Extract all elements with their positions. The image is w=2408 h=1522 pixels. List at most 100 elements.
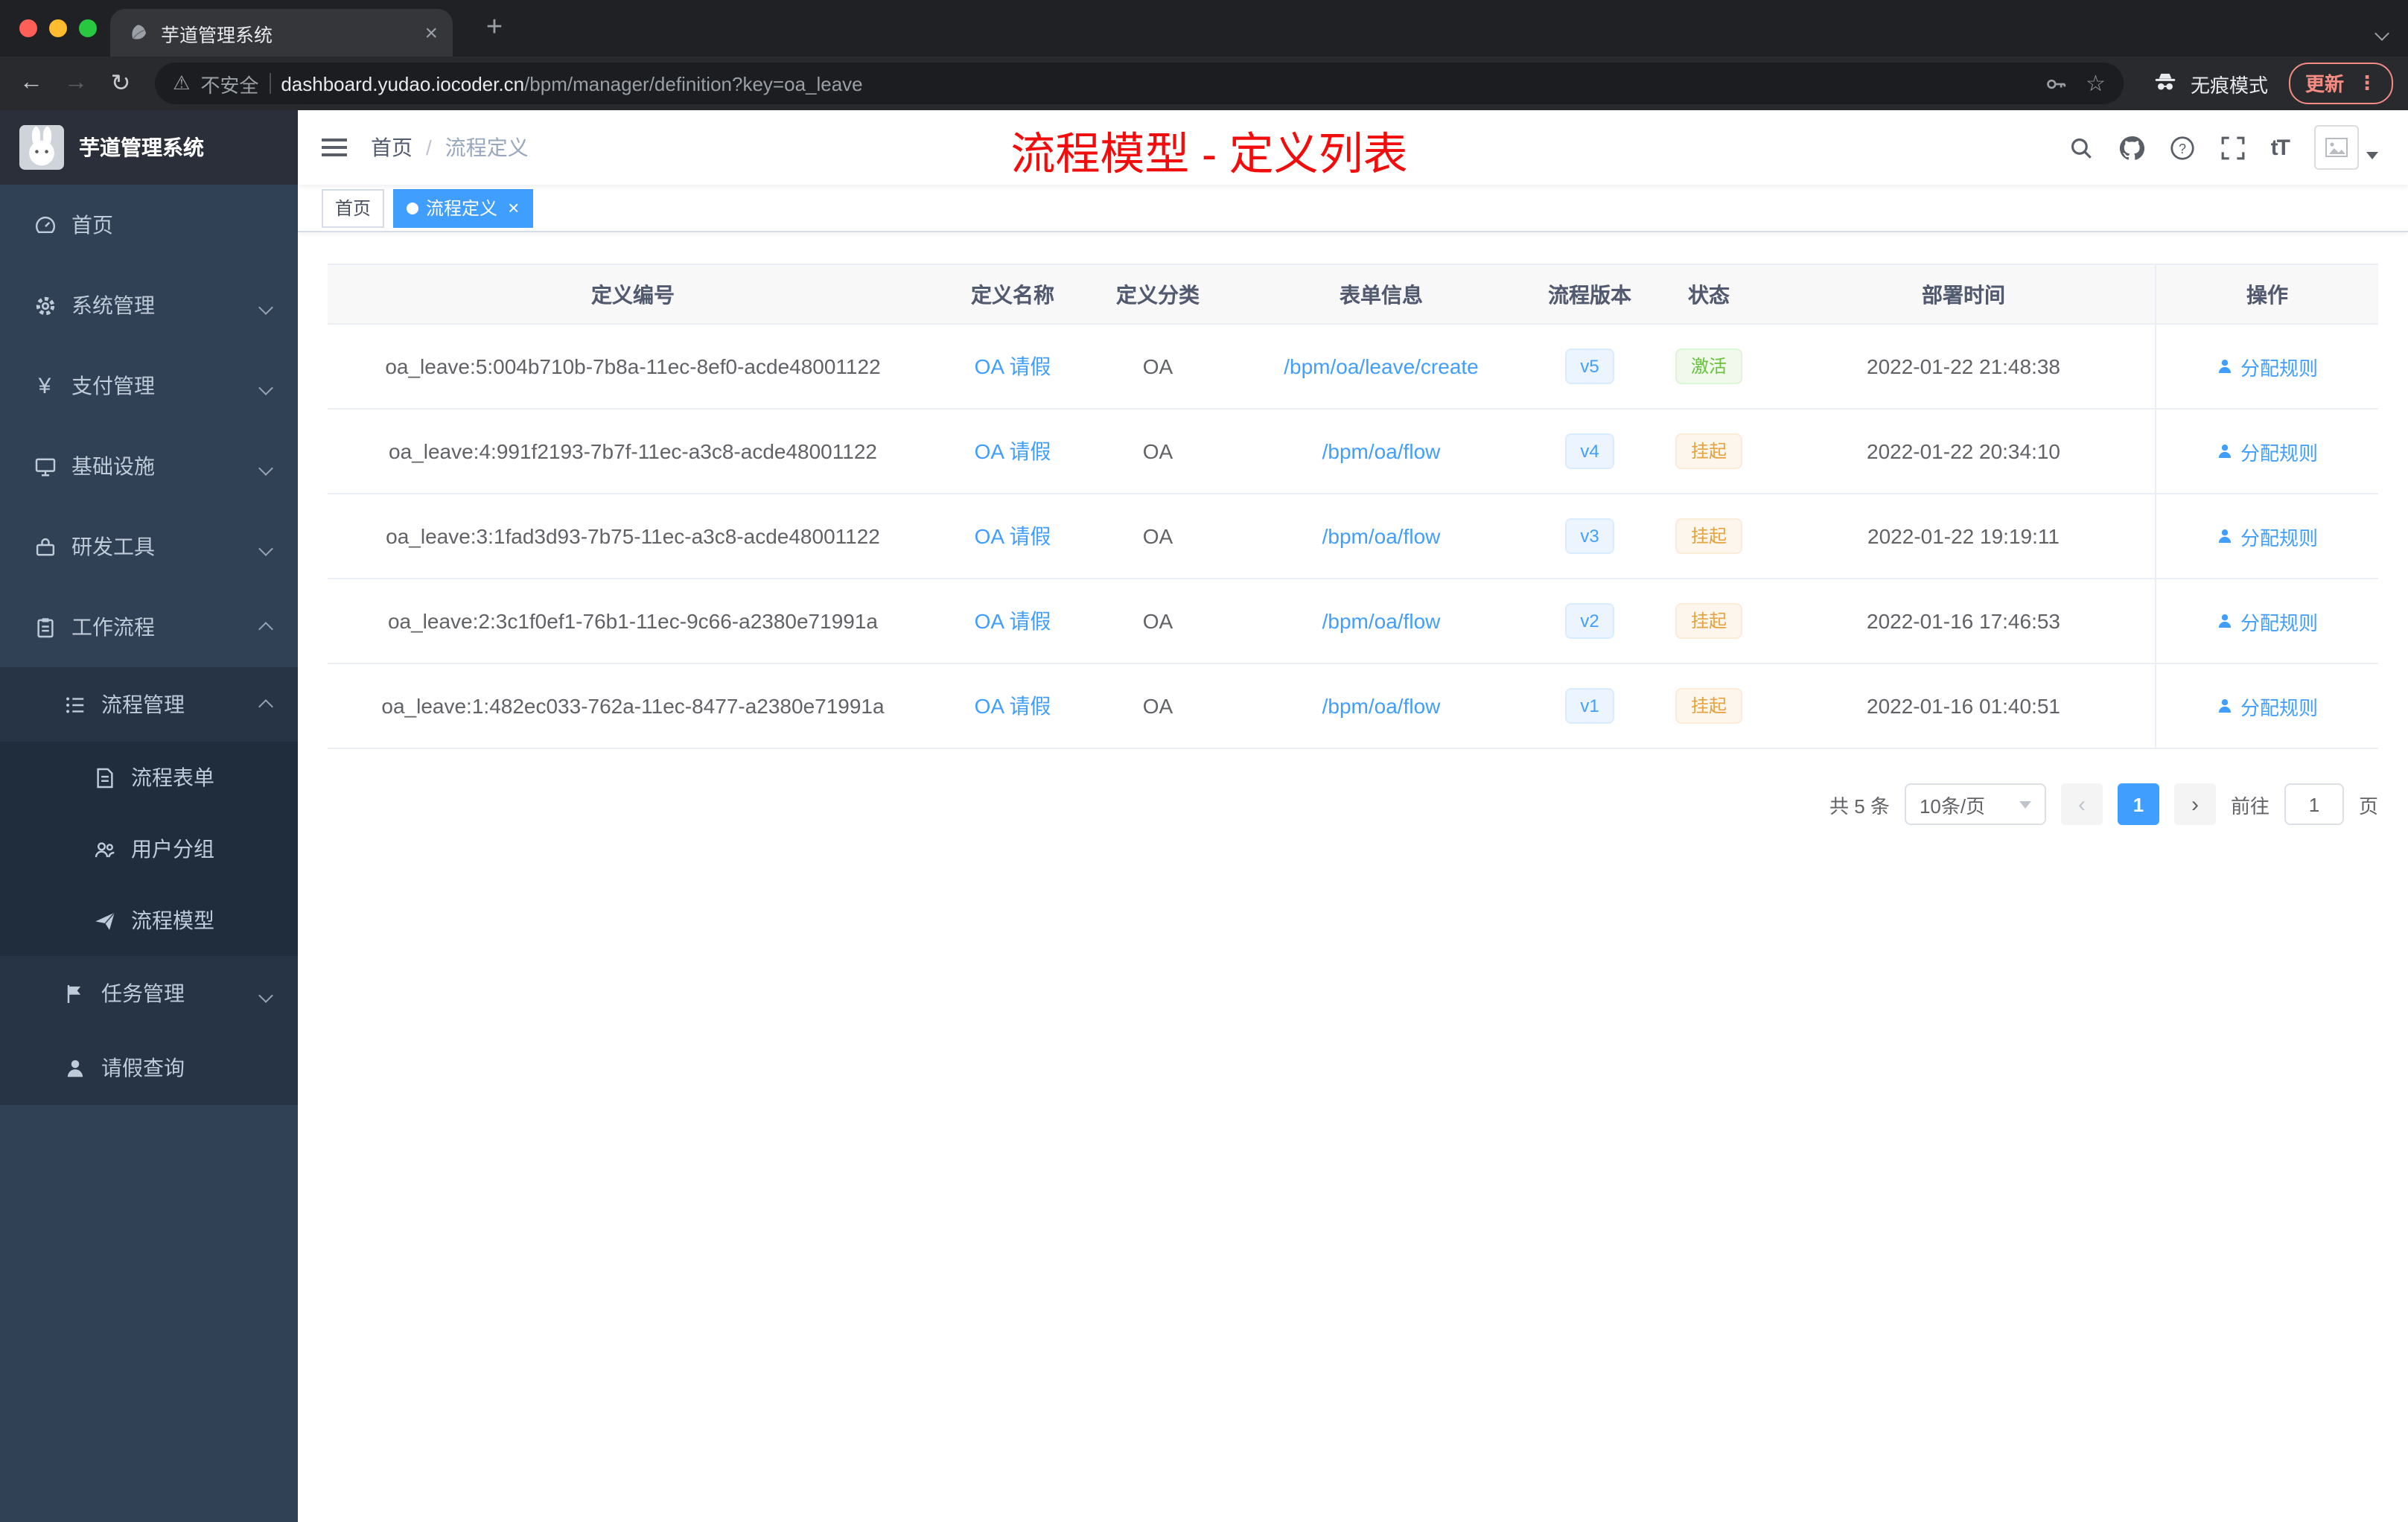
breadcrumb-home[interactable]: 首页: [371, 133, 413, 162]
sidebar-item-process-management[interactable]: 流程管理: [0, 667, 298, 742]
form-link[interactable]: /bpm/oa/flow: [1322, 694, 1441, 718]
breadcrumb-current: 流程定义: [445, 136, 529, 159]
assign-rule-button[interactable]: 分配规则: [2217, 437, 2318, 465]
prev-page-button[interactable]: ‹: [2060, 783, 2103, 825]
logo-avatar: [19, 125, 64, 170]
assign-rule-button[interactable]: 分配规则: [2217, 352, 2318, 380]
user-icon: [2219, 360, 2232, 373]
sidebar-item-task-management[interactable]: 任务管理: [0, 956, 298, 1031]
definition-name-link[interactable]: OA 请假: [975, 691, 1051, 721]
github-icon[interactable]: [2119, 135, 2144, 160]
form-link[interactable]: /bpm/oa/flow: [1322, 439, 1441, 463]
tag-process-definition[interactable]: 流程定义 ×: [393, 188, 533, 227]
sidebar-item-label: 流程模型: [131, 908, 214, 932]
help-icon[interactable]: ?: [2170, 135, 2195, 160]
assign-rule-button[interactable]: 分配规则: [2217, 607, 2318, 635]
search-icon[interactable]: [2068, 135, 2094, 160]
sidebar-item-workflow[interactable]: 工作流程: [0, 587, 298, 667]
cell-definition-id: oa_leave:3:1fad3d93-7b75-11ec-a3c8-acde4…: [386, 524, 880, 548]
tag-close-icon[interactable]: ×: [508, 198, 519, 217]
page-size-value: 10条/页: [1919, 795, 1986, 817]
cell-definition-id: oa_leave:1:482ec033-762a-11ec-8477-a2380…: [381, 694, 885, 718]
sidebar-item-leave-query[interactable]: 请假查询: [0, 1031, 298, 1105]
sidebar-item-home[interactable]: 首页: [0, 185, 298, 265]
browser-tab[interactable]: 芋道管理系统 ×: [110, 9, 453, 57]
cell-deploy-time: 2022-01-22 20:34:10: [1867, 439, 2060, 463]
avatar[interactable]: [2314, 125, 2359, 170]
definition-name-link[interactable]: OA 请假: [975, 521, 1051, 551]
form-link[interactable]: /bpm/oa/flow: [1322, 609, 1441, 633]
font-size-icon[interactable]: tT: [2271, 135, 2290, 160]
key-icon[interactable]: [2044, 72, 2066, 95]
table-row: oa_leave:1:482ec033-762a-11ec-8477-a2380…: [328, 664, 2378, 749]
form-link[interactable]: /bpm/oa/leave/create: [1284, 354, 1479, 378]
assign-rule-button[interactable]: 分配规则: [2217, 692, 2318, 720]
user-menu[interactable]: [2314, 125, 2378, 170]
assign-rule-button[interactable]: 分配规则: [2217, 522, 2318, 550]
definition-name-link[interactable]: OA 请假: [975, 606, 1051, 636]
cell-category: OA: [1142, 609, 1173, 633]
tab-close-icon[interactable]: ×: [424, 22, 438, 44]
cell-deploy-time: 2022-01-16 17:46:53: [1867, 609, 2060, 633]
app-header: 首页 / 流程定义 流程模型 - 定义列表 ? tT: [298, 110, 2408, 185]
definition-name-link[interactable]: OA 请假: [975, 351, 1051, 381]
sidebar-item-label: 系统管理: [71, 293, 155, 317]
tags-view: 首页 流程定义 ×: [298, 185, 2408, 232]
sidebar-item-process-form[interactable]: 流程表单: [0, 742, 298, 813]
definition-name-link[interactable]: OA 请假: [975, 436, 1051, 466]
window-controls: [0, 19, 116, 37]
page-1-button[interactable]: 1: [2117, 783, 2159, 825]
sidebar-logo: 芋道管理系统: [0, 110, 298, 185]
process-list-icon: [63, 692, 86, 716]
sidebar-item-dev-tools[interactable]: 研发工具: [0, 506, 298, 587]
sidebar-item-payment[interactable]: ¥ 支付管理: [0, 346, 298, 426]
browser-menu-icon[interactable]: ⋮: [2357, 71, 2377, 95]
forward-button[interactable]: →: [60, 70, 92, 97]
window-minimize-button[interactable]: [49, 19, 67, 37]
form-link[interactable]: /bpm/oa/flow: [1322, 524, 1441, 548]
table-row: oa_leave:5:004b710b-7b8a-11ec-8ef0-acde4…: [328, 325, 2378, 410]
avatar-caret-icon[interactable]: [2366, 151, 2378, 159]
cell-definition-id: oa_leave:2:3c1f0ef1-76b1-11ec-9c66-a2380…: [387, 609, 878, 633]
col-form-info: 表单信息: [1340, 282, 1423, 306]
reload-button[interactable]: ↻: [104, 69, 137, 98]
goto-page-input[interactable]: [2284, 783, 2344, 825]
cell-definition-id: oa_leave:5:004b710b-7b8a-11ec-8ef0-acde4…: [385, 354, 881, 378]
tag-label: 首页: [335, 198, 372, 219]
url-path: /bpm/manager/definition?key=oa_leave: [524, 72, 863, 95]
page-size-select[interactable]: 10条/页: [1904, 783, 2046, 825]
new-tab-button[interactable]: +: [474, 7, 515, 49]
active-dot: [407, 202, 419, 214]
update-button[interactable]: 更新 ⋮: [2288, 63, 2393, 104]
chevron-up-icon: [258, 615, 273, 639]
window-zoom-button[interactable]: [79, 19, 97, 37]
back-button[interactable]: ←: [15, 70, 48, 97]
col-definition-id: 定义编号: [591, 282, 675, 306]
status-badge: 挂起: [1675, 433, 1742, 469]
col-process-version: 流程版本: [1548, 282, 1631, 306]
address-bar[interactable]: ⚠ 不安全 dashboard.yudao.iocoder.cn/bpm/man…: [155, 63, 2124, 104]
screen: 芋道管理系统 × + ← → ↻ ⚠ 不安全 dashboard.yudao.i…: [0, 0, 2408, 1522]
annotation-title: 流程模型 - 定义列表: [1010, 130, 1408, 180]
next-page-button[interactable]: ›: [2173, 783, 2216, 825]
cell-category: OA: [1142, 354, 1173, 378]
task-flag-icon: [63, 981, 86, 1005]
tag-home[interactable]: 首页: [322, 188, 385, 227]
tab-search-chevron-icon[interactable]: [2374, 19, 2389, 46]
sidebar-item-label: 任务管理: [101, 981, 185, 1005]
incognito-icon: [2155, 74, 2176, 90]
action-label: 分配规则: [2240, 526, 2318, 549]
hamburger-icon[interactable]: [322, 138, 347, 156]
cell-category: OA: [1142, 524, 1173, 548]
fullscreen-icon[interactable]: [2220, 135, 2246, 160]
window-close-button[interactable]: [19, 19, 37, 37]
cell-definition-id: oa_leave:4:991f2193-7b7f-11ec-a3c8-acde4…: [389, 439, 877, 463]
sidebar-item-user-group[interactable]: 用户分组: [0, 813, 298, 885]
bookmark-star-icon[interactable]: ☆: [2086, 72, 2106, 95]
app-title: 芋道管理系统: [79, 136, 204, 159]
sidebar-item-system[interactable]: 系统管理: [0, 265, 298, 346]
incognito-badge: 无痕模式: [2150, 69, 2268, 98]
pagination-total: 共 5 条: [1829, 795, 1890, 817]
sidebar-item-process-model[interactable]: 流程模型: [0, 885, 298, 956]
sidebar-item-infrastructure[interactable]: 基础设施: [0, 426, 298, 506]
